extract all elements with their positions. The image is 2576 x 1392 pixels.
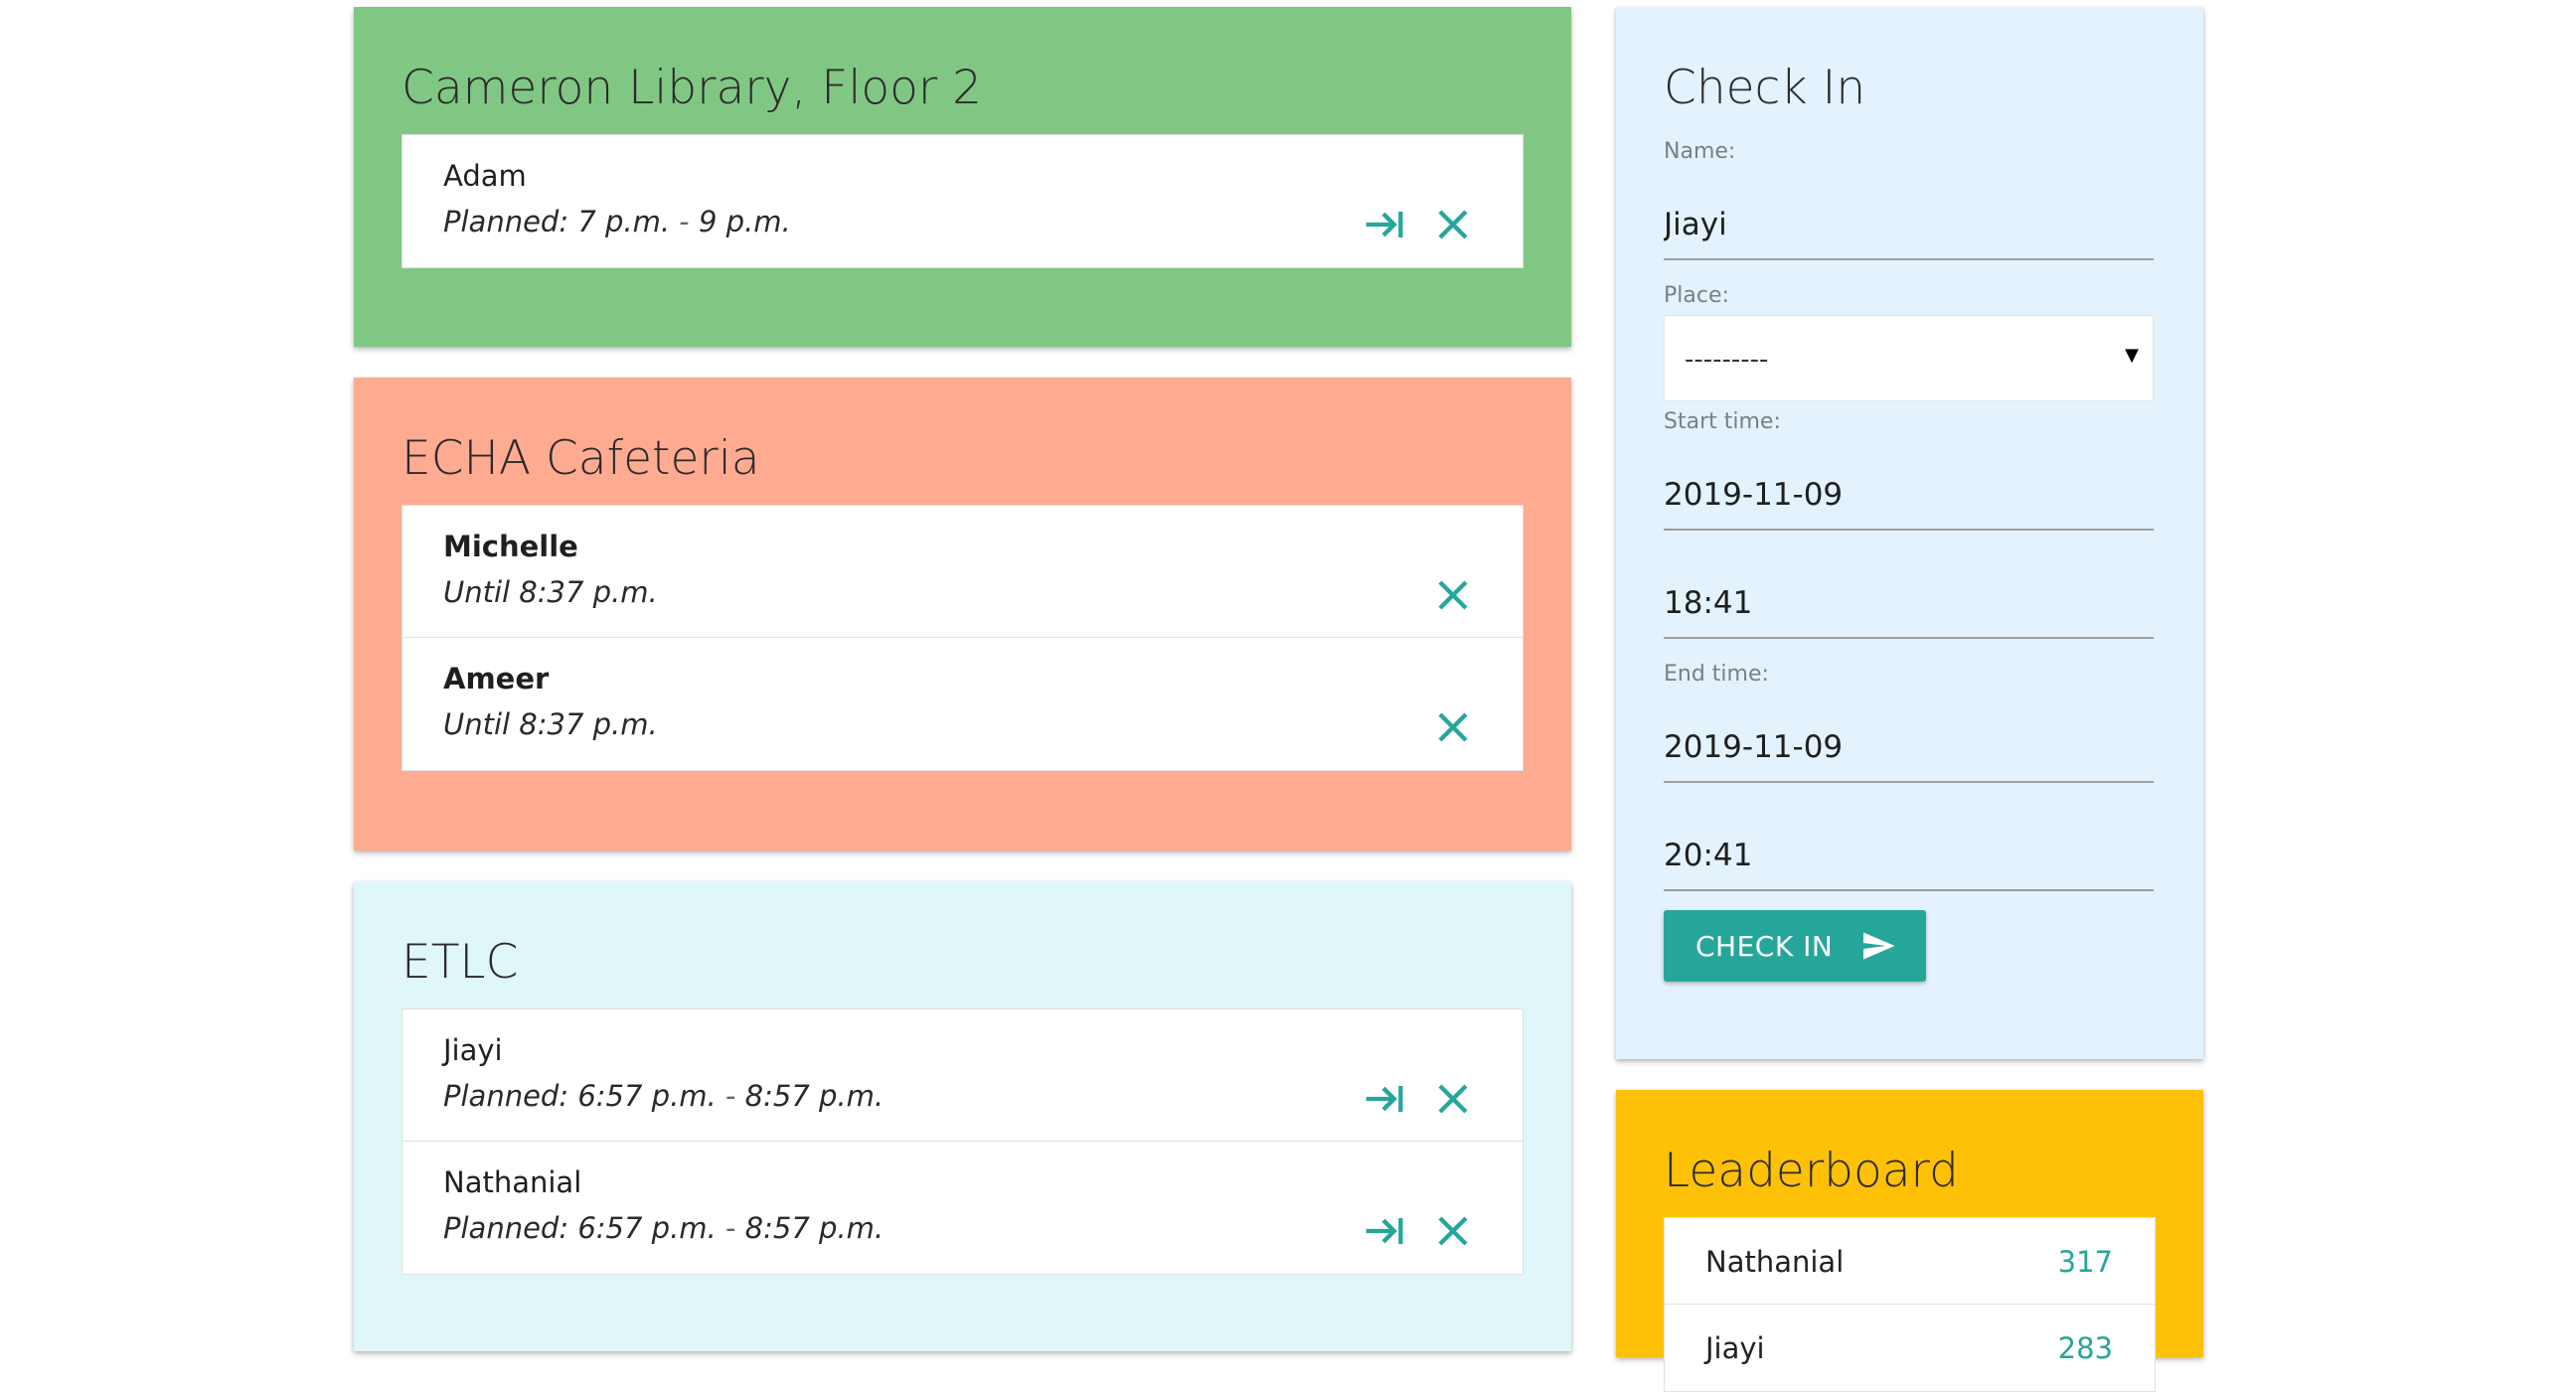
list-item: Jiayi Planned: 6:57 p.m. - 8:57 p.m. bbox=[402, 1009, 1523, 1142]
place-label: Place: bbox=[1664, 283, 1729, 308]
close-icon[interactable] bbox=[1427, 701, 1479, 753]
person-name: Nathanial bbox=[443, 1165, 582, 1199]
end-time-field[interactable] bbox=[1664, 822, 2154, 891]
time-separator: - bbox=[716, 1079, 745, 1113]
people-list: Jiayi Planned: 6:57 p.m. - 8:57 p.m. Nat… bbox=[402, 1008, 1524, 1275]
time-end: 9 p.m. bbox=[698, 205, 791, 238]
end-date-field[interactable] bbox=[1664, 713, 2154, 783]
time-separator: - bbox=[670, 205, 699, 238]
place-select-value: --------- bbox=[1685, 345, 1769, 375]
leaderboard-score: 317 bbox=[2057, 1245, 2113, 1279]
send-icon bbox=[1860, 928, 1896, 964]
until-time: Until 8:37 p.m. bbox=[443, 575, 658, 609]
time-start: Planned: 7 p.m. bbox=[443, 205, 671, 238]
checkin-title: Check In bbox=[1664, 61, 1866, 115]
person-name: Ameer bbox=[443, 662, 550, 696]
place-card-etlc: ETLC Jiayi Planned: 6:57 p.m. - 8:57 p.m… bbox=[354, 881, 1571, 1351]
start-time-label: Start time: bbox=[1664, 409, 1781, 434]
leaderboard-card: Leaderboard Nathanial 317 Jiayi 283 bbox=[1616, 1090, 2203, 1392]
close-icon[interactable] bbox=[1427, 199, 1479, 250]
leaderboard-score: 283 bbox=[2057, 1331, 2113, 1365]
person-name: Michelle bbox=[443, 530, 578, 563]
people-list: Adam Planned: 7 p.m. - 9 p.m. bbox=[402, 134, 1524, 268]
close-icon[interactable] bbox=[1427, 1073, 1479, 1125]
name-field[interactable] bbox=[1664, 191, 2154, 260]
list-item: Adam Planned: 7 p.m. - 9 p.m. bbox=[402, 135, 1523, 267]
list-item: Nathanial Planned: 6:57 p.m. - 8:57 p.m. bbox=[402, 1142, 1523, 1274]
place-card-echa: ECHA Cafeteria Michelle Until 8:37 p.m. … bbox=[354, 378, 1571, 851]
time-end: 8:57 p.m. bbox=[744, 1211, 885, 1245]
leaderboard-name: Jiayi bbox=[1705, 1331, 1765, 1365]
name-label: Name: bbox=[1664, 139, 1736, 164]
time-start: Planned: 6:57 p.m. bbox=[443, 1211, 717, 1245]
arrow-to-line-icon[interactable] bbox=[1358, 199, 1409, 250]
place-title: ETLC bbox=[402, 935, 519, 990]
list-item: Ameer Until 8:37 p.m. bbox=[402, 638, 1523, 770]
until-time: Until 8:37 p.m. bbox=[443, 707, 658, 741]
person-name: Adam bbox=[443, 159, 527, 193]
person-name: Jiayi bbox=[443, 1033, 503, 1067]
time-separator: - bbox=[716, 1211, 745, 1245]
time-start: Planned: 6:57 p.m. bbox=[443, 1079, 717, 1113]
close-icon[interactable] bbox=[1427, 569, 1479, 621]
caret-down-icon: ▼ bbox=[2125, 345, 2139, 366]
leaderboard-title: Leaderboard bbox=[1664, 1144, 1959, 1198]
check-in-button[interactable]: CHECK IN bbox=[1664, 910, 1926, 982]
place-card-cameron: Cameron Library, Floor 2 Adam Planned: 7… bbox=[354, 7, 1571, 347]
close-icon[interactable] bbox=[1427, 1205, 1479, 1257]
leaderboard-list: Nathanial 317 Jiayi 283 bbox=[1664, 1217, 2156, 1392]
leaderboard-row: Nathanial 317 bbox=[1665, 1218, 2155, 1305]
place-select[interactable]: --------- ▼ bbox=[1664, 315, 2154, 401]
list-item: Michelle Until 8:37 p.m. bbox=[402, 506, 1523, 638]
place-title: ECHA Cafeteria bbox=[402, 431, 760, 486]
place-title: Cameron Library, Floor 2 bbox=[402, 61, 983, 115]
leaderboard-row: Jiayi 283 bbox=[1665, 1305, 2155, 1391]
start-date-field[interactable] bbox=[1664, 461, 2154, 531]
start-time-field[interactable] bbox=[1664, 569, 2154, 639]
checkin-card: Check In Name: Place: --------- ▼ Start … bbox=[1616, 7, 2203, 1059]
end-time-label: End time: bbox=[1664, 662, 1769, 687]
planned-time: Planned: 6:57 p.m. - 8:57 p.m. bbox=[443, 1079, 884, 1113]
check-in-button-label: CHECK IN bbox=[1695, 930, 1834, 963]
planned-time: Planned: 6:57 p.m. - 8:57 p.m. bbox=[443, 1211, 884, 1245]
people-list: Michelle Until 8:37 p.m. Ameer Until 8:3… bbox=[402, 505, 1524, 771]
leaderboard-name: Nathanial bbox=[1705, 1245, 1845, 1279]
time-end: 8:57 p.m. bbox=[744, 1079, 885, 1113]
planned-time: Planned: 7 p.m. - 9 p.m. bbox=[443, 205, 791, 238]
arrow-to-line-icon[interactable] bbox=[1358, 1073, 1409, 1125]
arrow-to-line-icon[interactable] bbox=[1358, 1205, 1409, 1257]
